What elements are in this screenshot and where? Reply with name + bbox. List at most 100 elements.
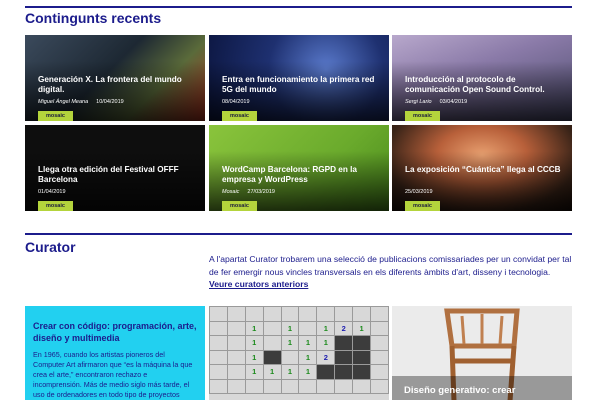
card-author: Mosaic <box>222 189 240 195</box>
card-title[interactable]: Llega otra edición del Festival OFFF Bar… <box>38 165 197 185</box>
card-tag[interactable]: mosaic <box>405 111 440 121</box>
card-date: 27/03/2019 <box>247 189 275 195</box>
grid-cell: 2 <box>316 349 336 365</box>
grid-cell <box>209 320 228 336</box>
grid-cell <box>209 306 228 322</box>
grid-cell: 1 <box>280 364 300 380</box>
grid-cell <box>209 335 228 351</box>
grid-cell <box>352 364 372 380</box>
curator-section-rule <box>25 233 572 235</box>
grid-cell: 1 <box>298 364 318 380</box>
curator-tile-code[interactable]: Crear con código: programación, arte, di… <box>25 306 205 400</box>
content-card[interactable]: La exposición “Cuántica” llega al CCCB 2… <box>392 125 572 211</box>
grid-cell <box>352 306 372 322</box>
card-meta: 25/03/2019 <box>405 189 433 195</box>
content-card[interactable]: Entra en funcionamiento la primera red 5… <box>209 35 389 121</box>
card-title[interactable]: La exposición “Cuántica” llega al CCCB <box>405 165 564 175</box>
grid-cell: 1 <box>352 320 372 336</box>
grid-row: 112 <box>209 349 389 365</box>
grid-cell <box>316 364 336 380</box>
grid-cell <box>262 335 282 351</box>
card-meta: 01/04/2019 <box>38 189 66 195</box>
grid-cell: 1 <box>280 335 300 351</box>
grid-cell <box>262 306 282 322</box>
card-meta: Mosaic 27/03/2019 <box>222 189 275 195</box>
grid-cell: 1 <box>298 335 318 351</box>
curator-tile-title[interactable]: Diseño generativo: crear <box>404 385 515 397</box>
grid-cell <box>370 320 389 336</box>
grid-row <box>209 306 389 322</box>
grid-cell <box>334 364 354 380</box>
card-meta: Miguel Ángel Meana 10/04/2019 <box>38 99 124 105</box>
grid-cell <box>209 349 228 365</box>
grid-cell <box>316 306 336 322</box>
card-date: 01/04/2019 <box>38 189 66 195</box>
curator-section-title: Curator <box>25 239 76 255</box>
grid-cell <box>226 335 246 351</box>
content-card[interactable]: Introducción al protocolo de comunicació… <box>392 35 572 121</box>
card-tag[interactable]: mosaic <box>38 201 73 211</box>
grid-cell: 1 <box>244 320 264 336</box>
recent-section-title: Contingunts recents <box>25 10 162 26</box>
grid-cell <box>280 306 300 322</box>
grid-cell <box>370 335 389 351</box>
grid-cell <box>334 349 354 365</box>
card-tag[interactable]: mosaic <box>222 111 257 121</box>
grid-cell <box>244 306 264 322</box>
card-date: 08/04/2019 <box>222 99 250 105</box>
curator-tile-generative[interactable]: Diseño generativo: crear <box>392 306 572 400</box>
grid-cell <box>370 349 389 365</box>
card-meta: 08/04/2019 <box>222 99 250 105</box>
grid-cell: 1 <box>316 335 336 351</box>
grid-cell <box>298 320 318 336</box>
grid-cell <box>209 378 228 394</box>
card-tag[interactable]: mosaic <box>405 201 440 211</box>
grid-row <box>209 378 389 394</box>
grid-cell <box>334 378 354 394</box>
grid-cell: 1 <box>244 335 264 351</box>
content-card[interactable]: WordCamp Barcelona: RGPD en la empresa y… <box>209 125 389 211</box>
grid-cell <box>334 335 354 351</box>
grid-cell <box>370 378 389 394</box>
grid-cell <box>316 378 336 394</box>
grid-cell: 1 <box>298 349 318 365</box>
grid-cell <box>262 378 282 394</box>
curator-tile-title[interactable]: Crear con código: programación, arte, di… <box>33 320 197 344</box>
card-meta: Sergi Lario 03/04/2019 <box>405 99 467 105</box>
card-date: 10/04/2019 <box>96 99 124 105</box>
curator-tile-minesweeper[interactable]: 1112111111121111 <box>209 306 389 400</box>
card-title[interactable]: Generación X. La frontera del mundo digi… <box>38 75 197 95</box>
card-title[interactable]: Introducción al protocolo de comunicació… <box>405 75 564 95</box>
grid-cell: 1 <box>244 349 264 365</box>
card-tag[interactable]: mosaic <box>222 201 257 211</box>
grid-cell <box>226 349 246 365</box>
grid-cell <box>280 378 300 394</box>
card-date: 03/04/2019 <box>439 99 468 105</box>
grid-cell: 1 <box>244 364 264 380</box>
grid-cell <box>226 320 246 336</box>
card-tag[interactable]: mosaic <box>38 111 73 121</box>
card-title[interactable]: Entra en funcionamiento la primera red 5… <box>222 75 381 95</box>
grid-cell <box>352 378 372 394</box>
grid-cell <box>370 364 389 380</box>
grid-cell <box>352 349 372 365</box>
previous-curators-link[interactable]: Veure curators anteriors <box>209 279 308 289</box>
grid-cell <box>298 306 318 322</box>
grid-cell <box>352 335 372 351</box>
content-card[interactable]: Generación X. La frontera del mundo digi… <box>25 35 205 121</box>
grid-row: 1111 <box>209 364 389 380</box>
grid-row: 1111 <box>209 335 389 351</box>
grid-cell <box>280 349 300 365</box>
card-date: 25/03/2019 <box>405 189 433 195</box>
grid-cell <box>226 378 246 394</box>
grid-cell <box>262 320 282 336</box>
grid-cell <box>226 364 246 380</box>
grid-cell: 1 <box>262 364 282 380</box>
grid-cell <box>370 306 389 322</box>
grid-cell <box>262 349 282 365</box>
grid-cell <box>298 378 318 394</box>
curator-tile-body: En 1965, cuando los artistas pioneros de… <box>33 350 193 399</box>
card-title[interactable]: WordCamp Barcelona: RGPD en la empresa y… <box>222 165 381 185</box>
content-card[interactable]: Llega otra edición del Festival OFFF Bar… <box>25 125 205 211</box>
curator-intro: A l'apartat Curator trobarem una selecci… <box>209 253 572 291</box>
